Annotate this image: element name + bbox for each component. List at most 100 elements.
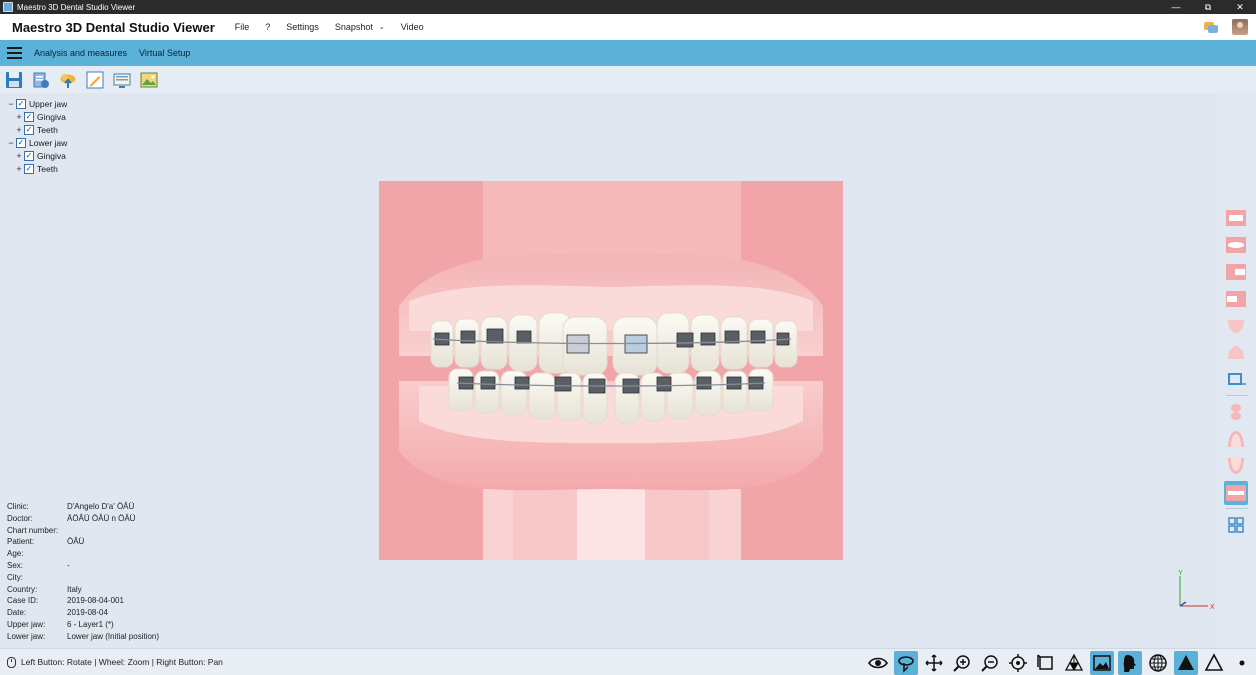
arch-form-button[interactable]	[1224, 368, 1248, 392]
upper-teeth-checkbox[interactable]: ✓	[24, 124, 34, 135]
wireframe-triangle-icon	[1064, 653, 1084, 671]
annotate-button[interactable]	[85, 70, 105, 90]
grid-layout-button[interactable]	[1224, 513, 1248, 537]
minimize-button[interactable]: —	[1160, 0, 1192, 14]
upper-jaw-checkbox[interactable]: ✓	[16, 98, 26, 109]
header-right	[1204, 19, 1248, 35]
expand-icon[interactable]: +	[14, 164, 24, 174]
maxilla-button[interactable]	[1224, 427, 1248, 451]
upper-gingiva-checkbox[interactable]: ✓	[24, 111, 34, 122]
maxilla-icon	[1228, 431, 1244, 447]
menu-help[interactable]: ?	[265, 22, 270, 32]
monitor-icon	[113, 73, 131, 88]
scene-tree: − ✓ Upper jaw + ✓ Gingiva + ✓ Teeth − ✓ …	[6, 97, 67, 175]
tree-node-lower-gingiva[interactable]: + ✓ Gingiva	[6, 149, 67, 162]
profile-button[interactable]	[1118, 650, 1142, 675]
cloud-upload-icon	[60, 73, 76, 88]
grid-button[interactable]	[1146, 651, 1170, 675]
wireframe-button[interactable]	[1062, 651, 1086, 675]
zoom-in-button[interactable]	[950, 651, 974, 675]
info-value: Lower jaw (Initial position)	[67, 631, 160, 641]
image-icon	[140, 72, 158, 87]
arch-form-icon	[1228, 373, 1246, 385]
pan-button[interactable]	[922, 651, 946, 675]
clipping-button[interactable]	[1034, 651, 1058, 675]
menu-settings[interactable]: Settings	[286, 22, 319, 32]
collapse-icon[interactable]: −	[6, 138, 16, 148]
tab-analysis-and-measures[interactable]: Analysis and measures	[34, 48, 127, 58]
outline-button[interactable]	[1202, 651, 1226, 675]
ribbon: Analysis and measures Virtual Setup	[0, 40, 1256, 66]
lower-gingiva-checkbox[interactable]: ✓	[24, 150, 34, 161]
save-button[interactable]	[4, 70, 24, 90]
center-view-button[interactable]	[1006, 651, 1030, 675]
info-key: City:	[7, 572, 23, 582]
visibility-button[interactable]	[866, 651, 890, 675]
chat-icon[interactable]	[1204, 21, 1218, 33]
lower-teeth-checkbox[interactable]: ✓	[24, 163, 34, 174]
both-arches-icon	[1226, 485, 1246, 501]
front-view-button[interactable]	[1224, 206, 1248, 230]
menu-file[interactable]: File	[235, 22, 250, 32]
status-hint: Left Button: Rotate | Wheel: Zoom | Righ…	[4, 656, 223, 668]
info-key: Sex:	[7, 560, 24, 570]
grid-icon	[1228, 517, 1244, 533]
lower-view-button[interactable]	[1224, 341, 1248, 365]
export-icon	[33, 72, 49, 88]
info-row: Lower jaw: Lower jaw (Initial position)	[7, 632, 159, 644]
info-row: Upper jaw: 6 - Layer1 (*)	[7, 620, 159, 632]
info-key: Lower jaw:	[7, 631, 46, 641]
expand-icon[interactable]: +	[14, 112, 24, 122]
tree-node-lower-teeth[interactable]: + ✓ Teeth	[6, 162, 67, 175]
upper-view-button[interactable]	[1224, 314, 1248, 338]
rotate-button[interactable]	[894, 650, 918, 675]
info-row: Doctor: ÄÖÂÜ ÖÂÜ n ÖÂÜ	[7, 514, 159, 526]
info-key: Chart number:	[7, 525, 59, 535]
tree-node-upper-teeth[interactable]: + ✓ Teeth	[6, 123, 67, 136]
hamburger-menu-icon[interactable]	[0, 40, 28, 66]
menu-video[interactable]: Video	[401, 22, 424, 32]
expand-icon[interactable]: +	[14, 151, 24, 161]
maximize-button[interactable]: ⧉	[1192, 0, 1224, 14]
info-row: Case ID: 2019-08-04-001	[7, 596, 159, 608]
display-button[interactable]	[112, 70, 132, 90]
x-axis-label: X	[1210, 604, 1215, 611]
menu-snapshot[interactable]: Snapshot ⌄	[335, 22, 385, 32]
outline-triangle-icon	[1204, 652, 1224, 671]
collapse-icon[interactable]: −	[6, 99, 16, 109]
close-button[interactable]: ✕	[1224, 0, 1256, 14]
left-view-button[interactable]	[1224, 287, 1248, 311]
info-row: Chart number:	[7, 526, 159, 538]
tab-virtual-setup[interactable]: Virtual Setup	[139, 48, 190, 58]
image-button[interactable]	[139, 70, 159, 90]
expand-icon[interactable]: +	[14, 125, 24, 135]
view-toolbar	[1224, 206, 1252, 540]
toolbar-separator	[1226, 395, 1248, 396]
upper-occlusal-icon	[1231, 404, 1241, 420]
upper-occlusal-button[interactable]	[1224, 400, 1248, 424]
tree-node-lower-jaw[interactable]: − ✓ Lower jaw	[6, 136, 67, 149]
occlusion-view-button[interactable]	[1224, 233, 1248, 257]
tree-node-upper-gingiva[interactable]: + ✓ Gingiva	[6, 110, 67, 123]
image-icon	[1093, 654, 1111, 671]
point-button[interactable]	[1230, 651, 1254, 675]
solid-button[interactable]	[1174, 650, 1198, 675]
texture-button[interactable]	[1090, 650, 1114, 675]
status-text: Left Button: Rotate | Wheel: Zoom | Righ…	[21, 657, 223, 667]
tree-node-label: Upper jaw	[29, 98, 68, 109]
cloud-upload-button[interactable]	[58, 70, 78, 90]
zoom-out-button[interactable]	[978, 651, 1002, 675]
menu-snapshot-label: Snapshot	[334, 22, 373, 32]
info-key: Age:	[7, 549, 24, 559]
dental-model-render[interactable]	[379, 181, 843, 560]
export-button[interactable]	[31, 70, 51, 90]
tree-node-upper-jaw[interactable]: − ✓ Upper jaw	[6, 97, 67, 110]
info-key: Doctor:	[7, 513, 33, 523]
app-name: Maestro 3D Dental Studio Viewer	[12, 19, 215, 35]
info-key: Patient:	[7, 537, 35, 547]
avatar[interactable]	[1232, 19, 1248, 35]
mandible-button[interactable]	[1224, 454, 1248, 478]
both-arches-button[interactable]	[1224, 481, 1248, 505]
right-view-button[interactable]	[1224, 260, 1248, 284]
lower-jaw-checkbox[interactable]: ✓	[16, 137, 26, 148]
